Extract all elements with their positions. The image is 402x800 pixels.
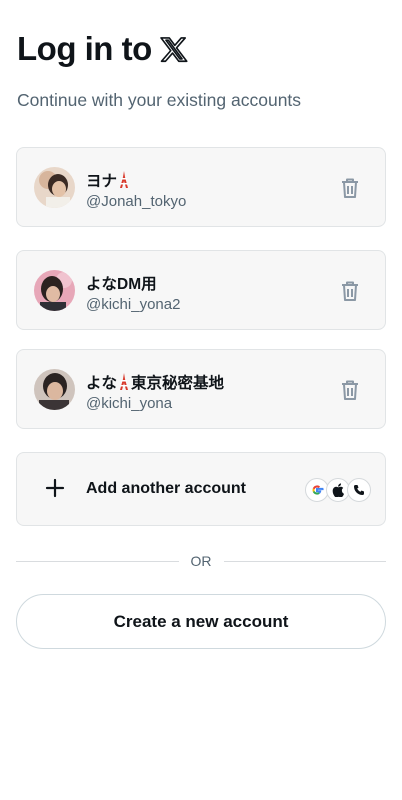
account-card[interactable]: よなDM用 @kichi_yona2 <box>16 250 386 330</box>
account-name-text: よな <box>86 375 118 392</box>
account-name: よな 東京秘密基地 <box>86 371 224 393</box>
tokyo-tower-icon <box>120 171 129 188</box>
x-logo-icon <box>160 37 188 63</box>
trash-icon[interactable] <box>339 176 361 200</box>
trash-icon[interactable] <box>339 279 361 303</box>
account-handle: @kichi_yona2 <box>86 296 181 313</box>
create-account-button[interactable]: Create a new account <box>16 594 386 649</box>
phone-icon <box>347 478 371 502</box>
or-label: OR <box>190 553 212 569</box>
add-account-button[interactable]: Add another account <box>16 452 386 526</box>
account-name-text: よなDM用 <box>86 276 157 293</box>
plus-icon <box>45 478 65 498</box>
divider-line <box>223 560 386 562</box>
divider-line <box>16 560 179 562</box>
tokyo-tower-icon <box>120 373 129 390</box>
page-subtitle: Continue with your existing accounts <box>17 90 302 110</box>
avatar <box>34 167 75 208</box>
account-handle: @kichi_yona <box>86 395 173 412</box>
avatar <box>34 270 75 311</box>
avatar <box>34 369 75 410</box>
account-name: ヨナ <box>86 169 131 191</box>
page-title-text: Log in to <box>17 30 152 67</box>
trash-icon[interactable] <box>339 378 361 402</box>
account-name-suffix: 東京秘密基地 <box>131 375 225 392</box>
account-name-text: ヨナ <box>86 173 118 190</box>
account-card[interactable]: よな 東京秘密基地 @kichi_yona <box>16 349 386 429</box>
login-providers <box>305 478 371 502</box>
account-name: よなDM用 <box>86 272 157 294</box>
account-handle: @Jonah_tokyo <box>86 193 187 210</box>
account-card[interactable]: ヨナ @Jonah_tokyo <box>16 147 386 227</box>
or-divider: OR <box>16 552 386 570</box>
page-title: Log in to <box>17 30 188 68</box>
add-account-label: Add another account <box>86 480 247 497</box>
